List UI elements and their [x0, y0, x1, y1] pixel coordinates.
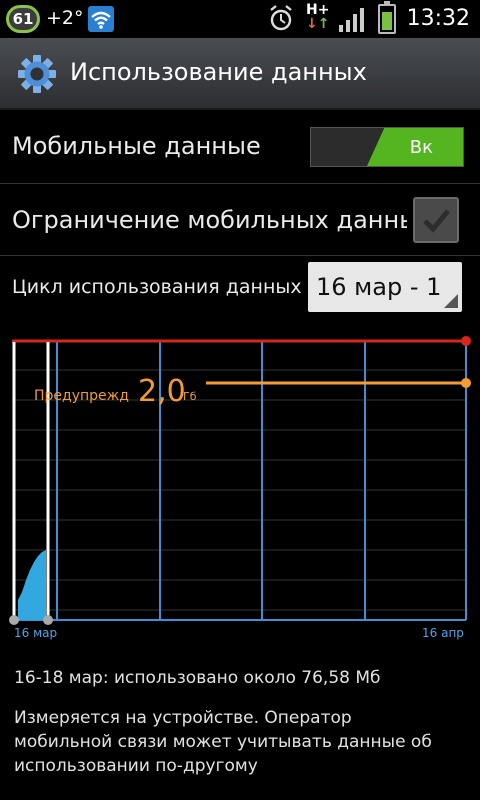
- mobile-data-label: Мобильные данные: [12, 132, 261, 160]
- usage-area: [18, 550, 46, 620]
- data-cycle-row: Цикл использования данных 16 мар - 1: [0, 258, 480, 320]
- signal-icon: [338, 6, 366, 36]
- notification-badge: 61: [6, 5, 40, 33]
- action-bar: Использование данных: [0, 38, 480, 110]
- toggle-label: Вк: [409, 137, 433, 158]
- dropdown-arrow-icon: [444, 294, 458, 308]
- measurement-note: Измеряется на устройстве. Оператор мобил…: [14, 708, 432, 776]
- mobile-data-row[interactable]: Мобильные данные Вк: [0, 112, 480, 184]
- chart-start-label: 16 мар: [14, 626, 58, 640]
- data-cycle-value: 16 мар - 1: [316, 273, 442, 301]
- limit-mobile-data-label: Ограничение мобильных данных: [12, 206, 407, 234]
- chart-grid-horizontal: [12, 369, 466, 611]
- wifi-icon: [88, 6, 114, 32]
- gear-icon: [18, 55, 56, 97]
- battery-icon: [378, 1, 396, 34]
- limit-mobile-data-row[interactable]: Ограничение мобильных данных: [0, 186, 480, 256]
- page-title: Использование данных: [70, 58, 367, 86]
- warning-unit: Гб: [183, 390, 197, 403]
- warning-value: 2,0: [138, 374, 186, 409]
- checkmark-icon: [423, 209, 450, 233]
- limit-checkbox[interactable]: [413, 197, 459, 243]
- network-type-text: H+ ↓↑: [306, 2, 330, 32]
- temperature-text: +2°: [46, 7, 84, 29]
- chart-end-label: 16 апр: [422, 626, 464, 640]
- warning-line[interactable]: [206, 378, 471, 388]
- data-usage-chart[interactable]: Предупрежд 2,0 Гб 16 мар 16 апр: [0, 330, 480, 650]
- warning-label: Предупрежд: [34, 388, 129, 404]
- usage-summary: 16-18 мар: использовано около 76,58 Мб: [14, 668, 381, 688]
- alarm-icon: [268, 4, 294, 38]
- clock-text: 13:32: [406, 6, 470, 31]
- status-bar: 61 +2° H+ ↓↑ 13:32: [0, 0, 480, 38]
- limit-line[interactable]: [12, 336, 471, 346]
- data-cycle-spinner[interactable]: 16 мар - 1: [308, 262, 462, 312]
- mobile-data-toggle[interactable]: Вк: [310, 127, 464, 167]
- data-cycle-label: Цикл использования данных: [12, 276, 302, 298]
